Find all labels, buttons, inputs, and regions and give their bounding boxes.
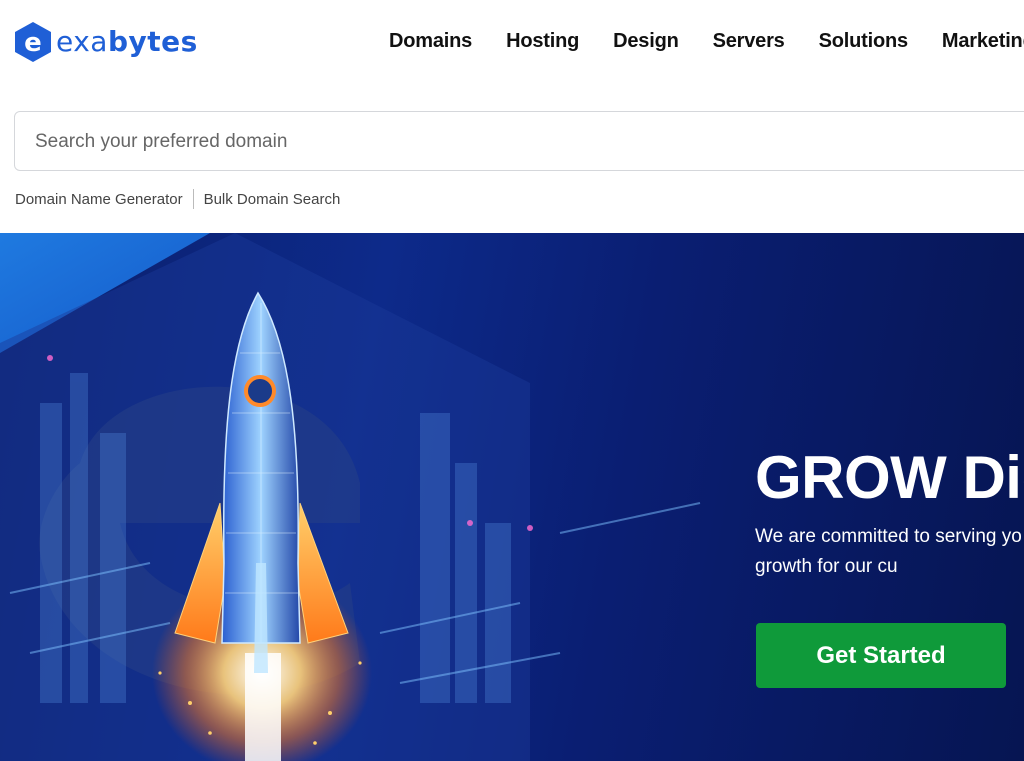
hero-description: We are committed to serving yo driving d… xyxy=(755,526,1024,577)
hero-banner: GROW Dig We are committed to serving yo … xyxy=(0,233,1024,761)
nav-item-servers[interactable]: Servers xyxy=(713,30,785,53)
get-started-button[interactable]: Get Started xyxy=(756,623,1006,688)
nav-item-hosting[interactable]: Hosting xyxy=(506,30,579,53)
brand-logo[interactable]: e exabytes xyxy=(14,21,198,63)
nav-item-marketing[interactable]: Marketing T xyxy=(942,30,1024,53)
search-links-divider xyxy=(192,189,194,209)
nav-item-design[interactable]: Design xyxy=(613,30,679,53)
brand-name-part1: exa xyxy=(56,25,108,58)
svg-text:e: e xyxy=(24,28,42,58)
brand-name-part2: bytes xyxy=(107,25,198,58)
search-links: Domain Name Generator Bulk Domain Search xyxy=(15,189,340,209)
nav-item-solutions[interactable]: Solutions xyxy=(819,30,909,53)
exabytes-logo-icon: e xyxy=(15,22,51,62)
nav-item-domains[interactable]: Domains xyxy=(389,30,472,53)
site-header: e exabytes Domains Hosting Design Server… xyxy=(0,0,1024,86)
domain-name-generator-link[interactable]: Domain Name Generator xyxy=(15,191,183,208)
brand-name: exabytes xyxy=(56,28,198,56)
main-nav: Domains Hosting Design Servers Solutions… xyxy=(389,30,1024,53)
domain-search-box xyxy=(14,111,1024,172)
bulk-domain-search-link[interactable]: Bulk Domain Search xyxy=(204,191,341,208)
domain-search-input[interactable] xyxy=(33,112,937,172)
hero-title: GROW Dig xyxy=(755,444,1024,511)
